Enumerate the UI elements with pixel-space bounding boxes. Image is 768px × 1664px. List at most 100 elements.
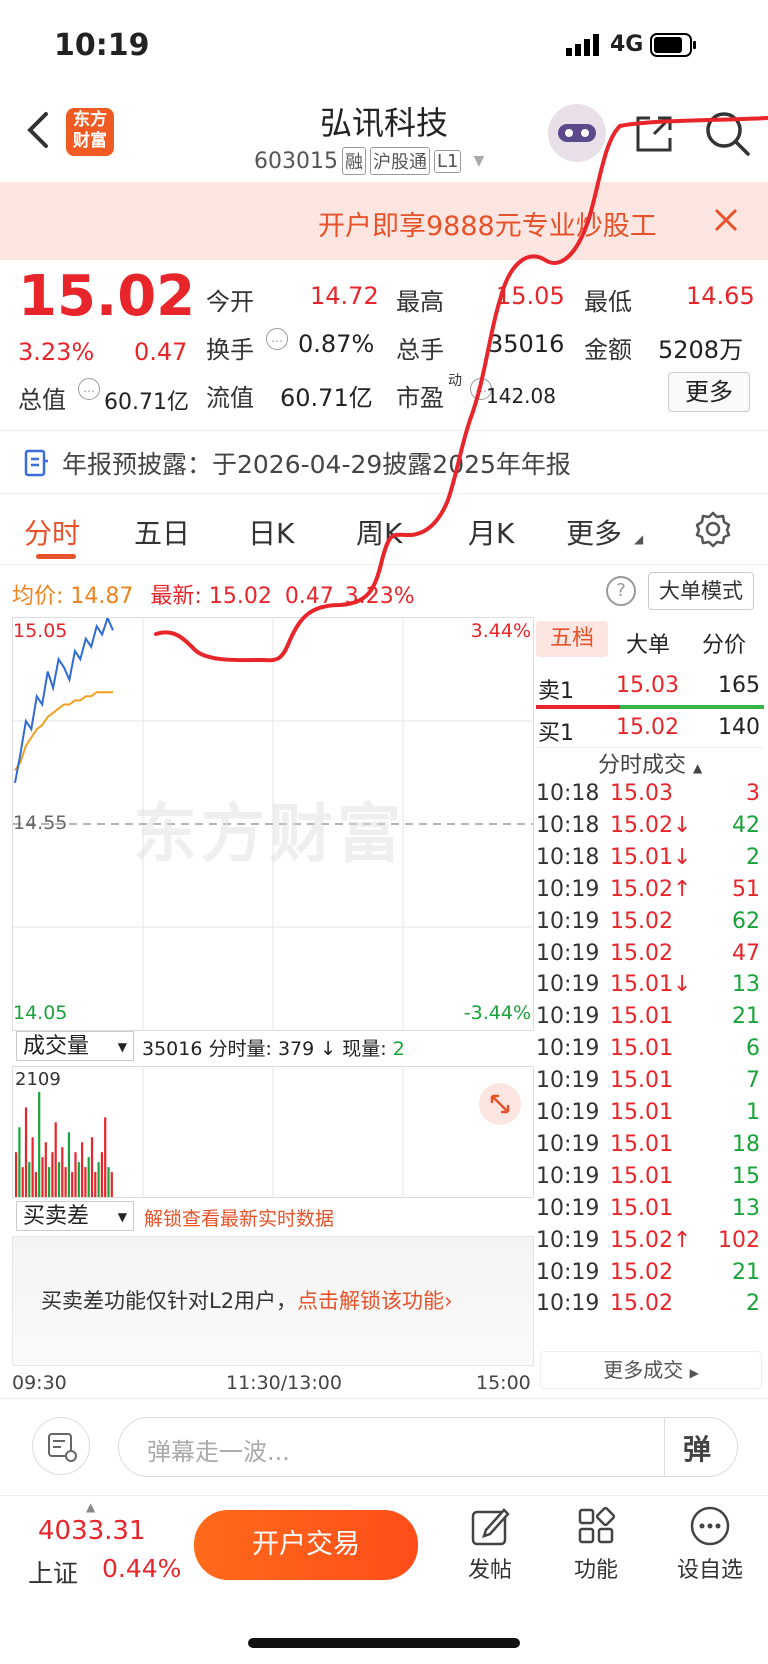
open-value: 14.72	[310, 282, 379, 310]
sell1-row: 卖1 15.03 165	[536, 673, 764, 707]
tick-time: 10:18	[536, 781, 600, 806]
tick-time: 10:19	[536, 1004, 600, 1030]
volume-bar	[41, 1157, 44, 1197]
more-ticks-button[interactable]: 更多成交 ▶	[540, 1351, 762, 1389]
comment-settings-button[interactable]	[32, 1417, 90, 1475]
tick-volume: 47	[732, 940, 760, 966]
tick-volume: 62	[732, 908, 760, 934]
close-icon	[714, 208, 738, 232]
amount-label: 金额	[584, 336, 632, 364]
buy1-label: 买1	[538, 721, 574, 746]
signal-icon	[566, 34, 602, 56]
tick-price: 15.01	[610, 1004, 673, 1030]
watchlist-label: 设自选	[676, 1558, 743, 1583]
tab-monthly-k[interactable]: 月K	[468, 512, 514, 552]
ticks-list[interactable]: 10:18 15.03 3 10:18 15.02↓ 42 10:18 15.01↓ 2 10:1…	[536, 781, 764, 1316]
tick-row: 10:19 15.01 7	[536, 1068, 764, 1102]
low-label: 最低	[584, 288, 632, 316]
battery-icon	[650, 32, 698, 62]
expand-chart-button[interactable]	[479, 1083, 521, 1125]
danmu-toggle[interactable]: 弹	[683, 1428, 711, 1468]
chart-tabs: 分时 五日 日K 周K 月K 更多 ◢	[0, 492, 768, 565]
tab-five-level[interactable]: 五档	[536, 621, 608, 657]
latest-change: 0.47	[284, 584, 334, 609]
promo-banner[interactable]: 开户即享9888元专业炒股工	[0, 182, 768, 260]
danmu-input[interactable]: 弹幕走一波... 弹	[118, 1417, 738, 1477]
volume-bar	[15, 1152, 18, 1197]
tick-time: 10:18	[536, 812, 600, 838]
change-pct: 3.23%	[18, 338, 95, 366]
more-quote-button[interactable]: 更多	[668, 372, 750, 412]
volume-bar	[57, 1162, 61, 1197]
tab-big-order[interactable]: 大单	[626, 627, 670, 659]
volume-bar	[28, 1162, 31, 1197]
function-label: 功能	[573, 1558, 618, 1583]
sell-ratio-bar	[536, 705, 620, 709]
share-icon	[636, 116, 672, 152]
collapse-caret-icon[interactable]: ▲	[86, 1500, 95, 1514]
low-value: 14.65	[686, 282, 755, 310]
volume-bar	[34, 1172, 37, 1197]
tick-row: 10:19 15.02↑ 102	[536, 1228, 764, 1262]
volume-selector[interactable]: 成交量 ▼	[16, 1031, 134, 1061]
share-button[interactable]	[632, 112, 676, 160]
intraday-chart[interactable]: 东方财富 15.05 14.55 14.05 3.44% -3.44%	[12, 617, 534, 1031]
unlock-feature-link[interactable]: 点击解锁该功能	[297, 1289, 444, 1313]
tab-intraday[interactable]: 分时	[24, 512, 80, 552]
chevron-right-icon: ›	[444, 1289, 453, 1313]
status-bar: 10:19 4G	[0, 0, 768, 90]
watermark: 东方财富	[133, 798, 405, 872]
tab-more[interactable]: 更多	[566, 512, 622, 552]
big-order-mode-button[interactable]: 大单模式	[648, 572, 754, 610]
banner-close-button[interactable]	[712, 206, 740, 238]
turnover-info-icon[interactable]: …	[266, 328, 288, 350]
tab-weekly-k[interactable]: 周K	[356, 512, 402, 552]
tab-price-dist[interactable]: 分价	[702, 627, 746, 659]
tick-price: 15.02	[610, 1259, 673, 1285]
tab-daily-k[interactable]: 日K	[248, 512, 294, 552]
volume-caret-icon: ▼	[117, 1040, 127, 1054]
volume-bar	[51, 1152, 54, 1197]
help-icon[interactable]: ?	[606, 576, 636, 606]
stock-code-row[interactable]: 603015 融 沪股通 L1 ▼	[254, 146, 484, 176]
volume-bar	[18, 1127, 21, 1197]
open-account-trade-button[interactable]: 开户交易	[194, 1510, 418, 1580]
tick-row: 10:19 15.01 18	[536, 1132, 764, 1166]
annual-report-notice[interactable]: 年报预披露：于2026-04-29披露2025年年报	[0, 430, 768, 494]
volume-info-line: 35016 分时量: 379 ↓ 现量: 2	[142, 1034, 405, 1061]
tick-volume: 3	[746, 781, 760, 806]
volume-bar	[61, 1147, 64, 1197]
tick-time: 10:19	[536, 1100, 600, 1125]
unlock-realtime-link[interactable]: 解锁查看最新实时数据	[144, 1204, 334, 1231]
tab-five-day[interactable]: 五日	[134, 512, 190, 552]
grid-icon	[578, 1506, 616, 1544]
gear-icon	[695, 511, 731, 548]
volume-chart-svg	[15, 1067, 404, 1197]
tick-volume: 21	[732, 1004, 760, 1030]
volume-chart[interactable]: 2109	[12, 1066, 534, 1198]
tick-price: 15.02↓	[610, 812, 692, 838]
post-label: 发帖	[467, 1558, 512, 1583]
search-button[interactable]	[704, 110, 750, 160]
chart-settings-button[interactable]	[694, 510, 732, 552]
index-value[interactable]: 4033.31	[38, 1516, 146, 1546]
high-label: 最高	[396, 288, 444, 316]
turnover-value: 0.87%	[298, 330, 375, 358]
tick-time: 10:19	[536, 1291, 600, 1317]
tick-volume: 102	[718, 1227, 760, 1253]
volume-bar	[67, 1132, 70, 1197]
tick-time: 10:19	[536, 876, 600, 902]
diff-selector[interactable]: 买卖差 ▼	[16, 1201, 134, 1231]
buy1-price: 15.02	[616, 715, 679, 740]
tick-time: 10:19	[536, 908, 600, 934]
info-icon[interactable]: …	[78, 378, 100, 400]
ticks-title[interactable]: 分时成交 ▲	[598, 747, 702, 779]
post-button[interactable]: 发帖	[448, 1504, 532, 1584]
tick-time: 10:19	[536, 1131, 600, 1157]
more-circle-icon	[690, 1506, 730, 1546]
current-volume-label: 现量:	[342, 1038, 387, 1060]
function-button[interactable]: 功能	[554, 1504, 638, 1584]
robot-avatar[interactable]	[548, 104, 606, 162]
add-watchlist-button[interactable]: 设自选	[664, 1504, 756, 1584]
tick-price: 15.02	[610, 908, 673, 934]
